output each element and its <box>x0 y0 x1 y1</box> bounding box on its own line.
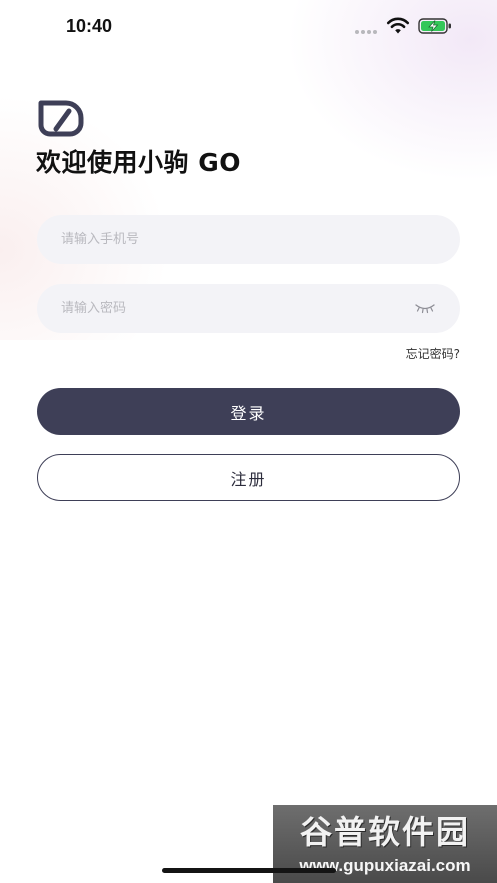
watermark-title: 谷普软件园 <box>299 813 470 851</box>
register-button[interactable]: 注册 <box>37 454 460 501</box>
password-input[interactable] <box>61 284 401 333</box>
login-button[interactable]: 登录 <box>37 388 460 435</box>
home-indicator[interactable] <box>162 868 336 873</box>
watermark-url: www.gupuxiazai.com <box>299 856 471 875</box>
status-bar: 10:40 <box>0 0 497 56</box>
battery-charging-icon <box>418 18 451 34</box>
wifi-icon <box>386 17 410 34</box>
status-time: 10:40 <box>66 16 113 36</box>
phone-input[interactable] <box>61 215 401 264</box>
app-logo-icon <box>38 100 84 137</box>
eye-closed-icon[interactable] <box>414 302 436 314</box>
forgot-password-link[interactable]: 忘记密码? <box>406 345 460 363</box>
welcome-title: 欢迎使用小驹 GO <box>36 148 241 177</box>
password-field[interactable] <box>37 284 460 333</box>
signal-dots-icon <box>355 30 377 34</box>
phone-field[interactable] <box>37 215 460 264</box>
